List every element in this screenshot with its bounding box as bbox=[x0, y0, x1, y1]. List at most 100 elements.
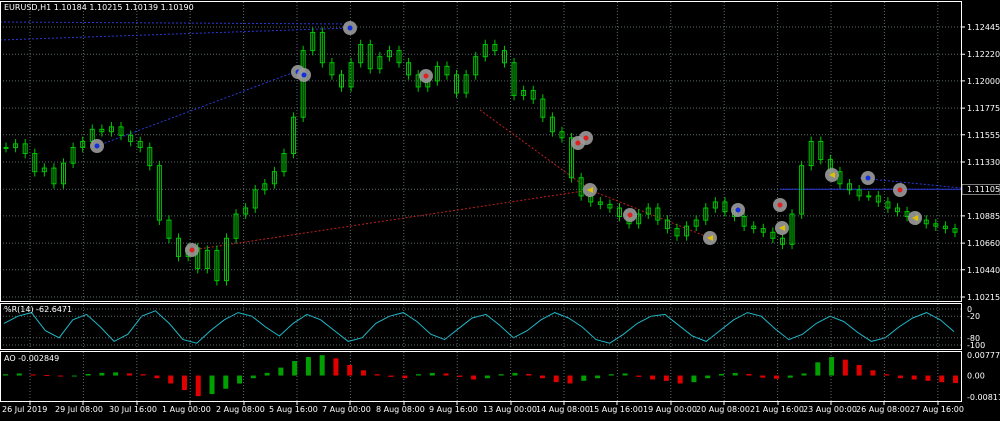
ao-bar bbox=[939, 375, 945, 383]
marker-dot bbox=[627, 212, 633, 218]
chart-window[interactable]: 1.12445 1.12220 1.12000 1.11775 1.11555 1.113… bbox=[0, 0, 1000, 417]
ao-bar bbox=[774, 375, 780, 379]
time-label: 26 Jul 2019 bbox=[2, 405, 47, 414]
ao-level-label: 0.00777 bbox=[967, 351, 1000, 360]
ao-bar bbox=[416, 374, 422, 376]
ao-bar bbox=[884, 374, 890, 376]
ao-bar bbox=[925, 375, 931, 381]
ao-bar bbox=[953, 375, 958, 384]
price-axis: 1.12445 1.12220 1.12000 1.11775 1.11555 1.113… bbox=[961, 23, 1000, 402]
time-label: 26 Aug 08:00 bbox=[856, 405, 910, 414]
ao-bar bbox=[168, 375, 174, 384]
marker-dot bbox=[735, 207, 741, 213]
wpr-title: %R(14) -62.6471 bbox=[4, 305, 73, 314]
trade-marker-icon[interactable] bbox=[731, 203, 745, 217]
marker-dot bbox=[301, 72, 307, 78]
time-label: 23 Aug 00:00 bbox=[803, 405, 857, 414]
time-label: 19 Aug 00:00 bbox=[643, 405, 697, 414]
time-label: 8 Aug 08:00 bbox=[376, 405, 425, 414]
pane-frame bbox=[0, 1, 962, 302]
ao-bar bbox=[732, 372, 738, 376]
ao-bar bbox=[760, 375, 766, 378]
ao-level-label: 0.00 bbox=[967, 372, 985, 381]
sell-trade-line bbox=[191, 189, 591, 251]
ao-title: AO -0.002849 bbox=[4, 354, 60, 363]
ao-bar bbox=[237, 375, 243, 384]
trade-marker-icon[interactable] bbox=[419, 69, 433, 83]
wpr-level-label: -100 bbox=[967, 341, 985, 350]
ao-bar bbox=[801, 373, 807, 376]
ao-bar bbox=[181, 375, 187, 391]
time-axis: 26 Jul 2019 29 Jul 08:00 30 Jul 16:00 1 Aug… bbox=[2, 401, 964, 414]
ao-bar bbox=[44, 375, 50, 377]
symbol-title: EURUSD,H1 1.10184 1.10215 1.10139 1.1019… bbox=[4, 3, 194, 13]
marker-dot bbox=[423, 73, 429, 79]
marker-dot bbox=[575, 140, 581, 146]
candle-body bbox=[866, 195, 872, 198]
time-label: 1 Aug 00:00 bbox=[162, 405, 211, 414]
ao-bar bbox=[195, 375, 201, 397]
ao-bar bbox=[553, 375, 559, 383]
marker-dot bbox=[583, 135, 589, 141]
chart-canvas[interactable]: 1.12445 1.12220 1.12000 1.11775 1.11555 1.113… bbox=[0, 0, 1000, 417]
ao-bar bbox=[705, 375, 711, 379]
price-candles bbox=[3, 27, 958, 286]
time-label: 9 Aug 16:00 bbox=[429, 405, 478, 414]
trade-marker-icon[interactable] bbox=[825, 168, 839, 182]
trade-marker-icon[interactable] bbox=[579, 131, 593, 145]
trade-marker-icon[interactable] bbox=[775, 221, 789, 235]
ao-bar bbox=[429, 372, 435, 376]
time-label: 5 Aug 16:00 bbox=[269, 405, 318, 414]
trade-marker-icon[interactable] bbox=[343, 21, 357, 35]
time-label: 21 Aug 16:00 bbox=[750, 405, 804, 414]
ohlc-values: 1.10184 1.10215 1.10139 1.10190 bbox=[53, 3, 194, 12]
trade-marker-icon[interactable] bbox=[185, 243, 199, 257]
price-label: 1.12445 bbox=[967, 23, 1000, 32]
price-label: 1.10440 bbox=[967, 266, 1000, 275]
ao-bar bbox=[113, 372, 119, 376]
trade-marker-icon[interactable] bbox=[893, 183, 907, 197]
ao-bar bbox=[319, 355, 325, 376]
wpr-level-label: -20 bbox=[967, 312, 980, 321]
ao-bar bbox=[347, 364, 353, 376]
ao-bar bbox=[829, 357, 835, 376]
ao-bar bbox=[360, 370, 366, 376]
ao-bar bbox=[402, 375, 408, 379]
ao-bar bbox=[650, 375, 656, 380]
trade-marker-icon[interactable] bbox=[773, 198, 787, 212]
trade-marker-icon[interactable] bbox=[623, 208, 637, 222]
price-label: 1.11555 bbox=[967, 131, 1000, 140]
ao-bar bbox=[126, 373, 132, 376]
ao-bar bbox=[99, 372, 105, 376]
ao-bar bbox=[691, 375, 697, 383]
marker-dot bbox=[189, 247, 195, 253]
ao-bar bbox=[71, 375, 77, 377]
price-label: 1.10885 bbox=[967, 212, 1000, 221]
ao-bar bbox=[85, 373, 91, 376]
ao-bar bbox=[374, 374, 380, 376]
wpr-line bbox=[3, 310, 955, 344]
ao-bar bbox=[663, 375, 669, 381]
trade-marker-icon[interactable] bbox=[297, 68, 311, 82]
trade-marker-icon[interactable] bbox=[90, 139, 104, 153]
ao-bar bbox=[209, 375, 215, 395]
ao-bar bbox=[154, 375, 160, 379]
time-label: 29 Jul 08:00 bbox=[55, 405, 103, 414]
time-label: 14 Aug 08:00 bbox=[536, 405, 590, 414]
time-label: 13 Aug 00:00 bbox=[483, 405, 537, 414]
trade-marker-icon[interactable] bbox=[703, 231, 717, 245]
trade-marker-icon[interactable] bbox=[583, 183, 597, 197]
ao-bar bbox=[443, 373, 449, 376]
time-label: 20 Aug 08:00 bbox=[696, 405, 750, 414]
pane-frame bbox=[0, 351, 962, 402]
ao-bar bbox=[856, 364, 862, 376]
ao-bar bbox=[223, 375, 229, 389]
ao-bar bbox=[897, 375, 903, 379]
trade-marker-icon[interactable] bbox=[861, 171, 875, 185]
buy-trade-line bbox=[859, 177, 962, 189]
price-label: 1.12220 bbox=[967, 50, 1000, 59]
ao-bar bbox=[595, 375, 601, 379]
ao-bar bbox=[305, 357, 311, 376]
ao-bar bbox=[278, 367, 284, 376]
trade-marker-icon[interactable] bbox=[908, 211, 922, 225]
